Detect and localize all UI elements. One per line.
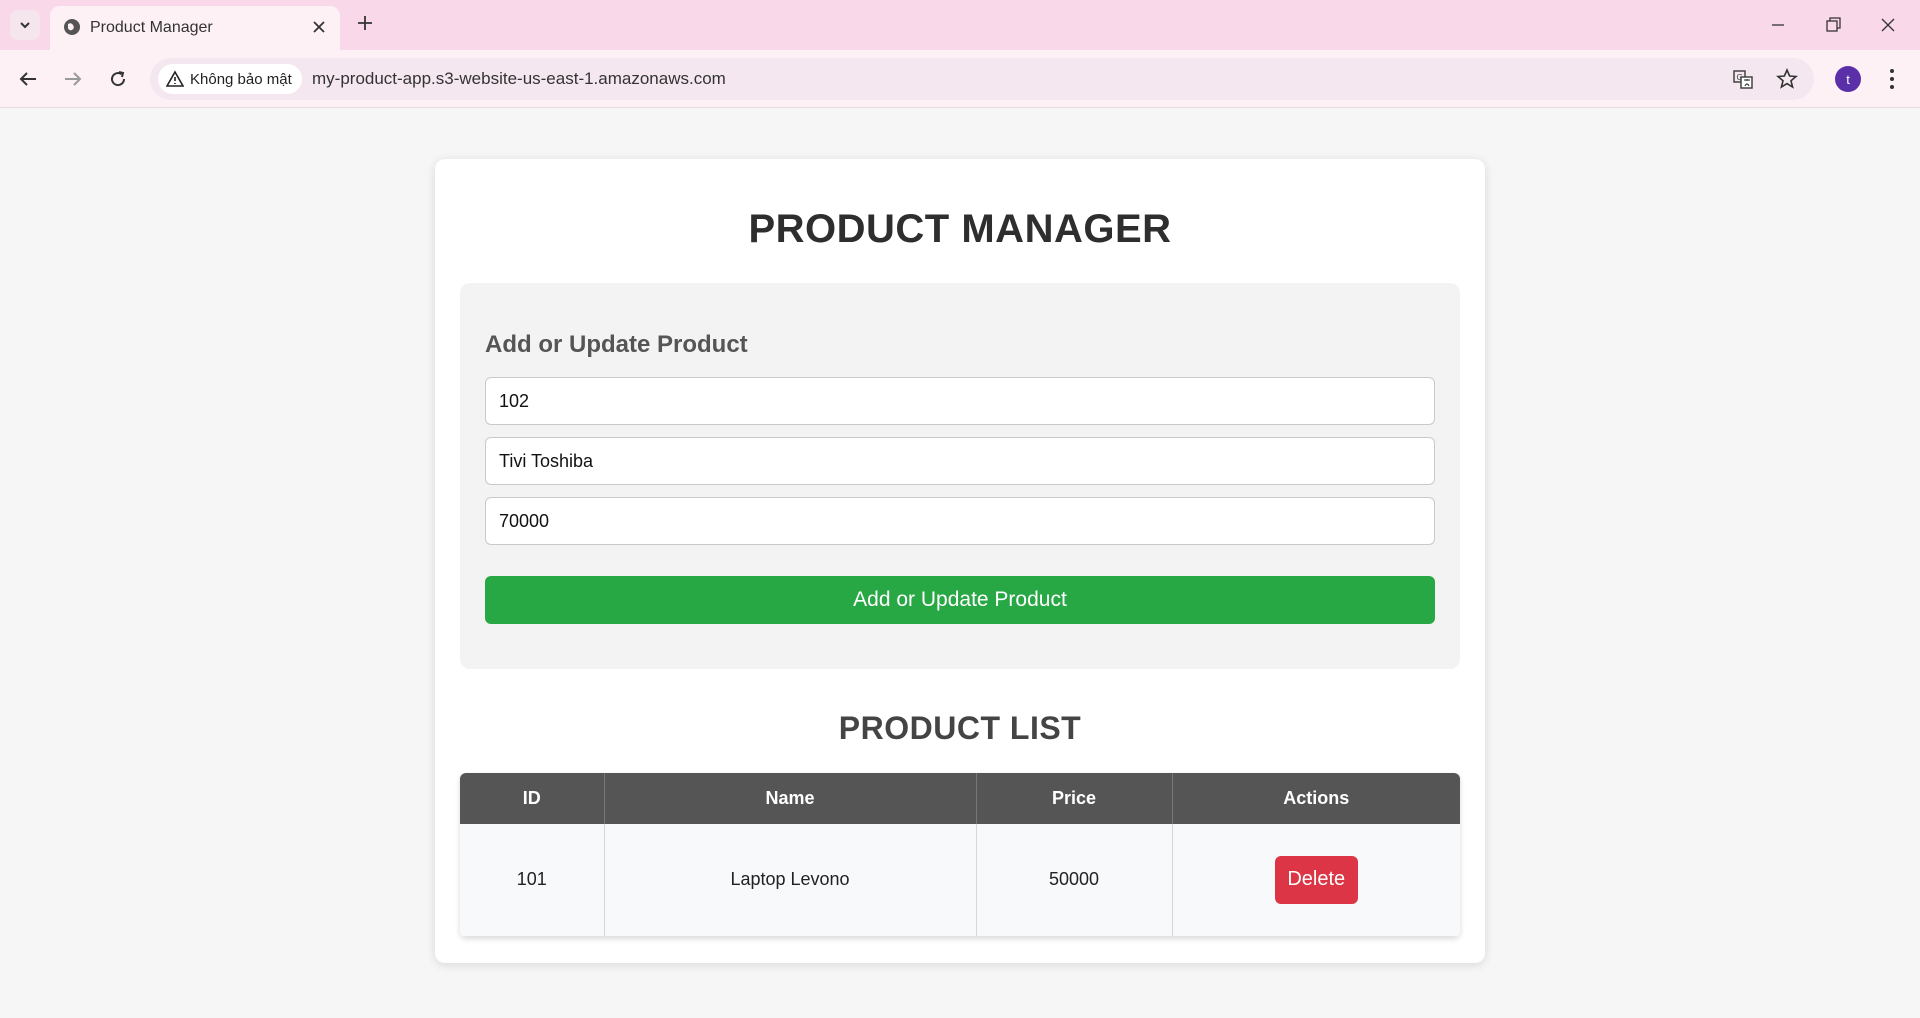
new-tab-plus-icon[interactable] [355,13,375,33]
tab-search-button[interactable] [10,10,40,40]
minimize-icon[interactable] [1768,15,1788,35]
bookmark-star-icon[interactable] [1776,68,1798,90]
form-heading: Add or Update Product [485,331,748,358]
cell-id: 101 [460,824,605,937]
security-label: Không bảo mật [190,70,292,88]
chevron-down-icon [20,22,30,29]
active-tab[interactable]: Product Manager [50,6,340,50]
product-id-input[interactable] [485,377,1435,425]
product-manager-card: PRODUCT MANAGER Add or Update Product Ad… [435,159,1485,963]
profile-avatar[interactable]: t [1835,66,1861,92]
globe-icon [64,19,80,35]
product-table: ID Name Price Actions 101 Laptop Levono … [460,773,1460,937]
tab-title: Product Manager [90,19,213,36]
address-bar[interactable]: Không bảo mật my-product-app.s3-website-… [150,58,1814,100]
security-indicator[interactable]: Không bảo mật [158,64,302,94]
add-or-update-button[interactable]: Add or Update Product [485,576,1435,624]
product-price-input[interactable] [485,497,1435,545]
column-header-id: ID [460,773,605,824]
cell-price: 50000 [976,824,1173,937]
cell-actions: Delete [1172,824,1460,937]
product-name-input[interactable] [485,437,1435,485]
product-list-title: PRODUCT LIST [838,710,1082,746]
column-header-actions: Actions [1172,773,1460,824]
close-icon[interactable] [310,18,328,36]
warning-triangle-icon [166,70,184,87]
translate-icon[interactable]: G [1732,68,1754,90]
url-text[interactable]: my-product-app.s3-website-us-east-1.amaz… [312,69,726,89]
forward-arrow-icon[interactable] [61,67,85,91]
table-header-row: ID Name Price Actions [460,773,1460,824]
column-header-name: Name [604,773,977,824]
delete-button[interactable]: Delete [1274,855,1358,904]
browser-tab-strip: Product Manager [0,0,1920,50]
back-arrow-icon[interactable] [16,67,40,91]
product-form: Add or Update Product Add or Update Prod… [460,283,1460,669]
page-title: PRODUCT MANAGER [748,207,1172,251]
column-header-price: Price [976,773,1173,824]
restore-icon[interactable] [1823,15,1843,35]
window-close-icon[interactable] [1878,15,1898,35]
reload-icon[interactable] [106,67,130,91]
table-row: 101 Laptop Levono 50000 Delete [460,824,1460,937]
browser-toolbar: Không bảo mật my-product-app.s3-website-… [0,50,1920,108]
cell-name: Laptop Levono [604,824,977,937]
more-menu-icon[interactable] [1882,66,1902,92]
